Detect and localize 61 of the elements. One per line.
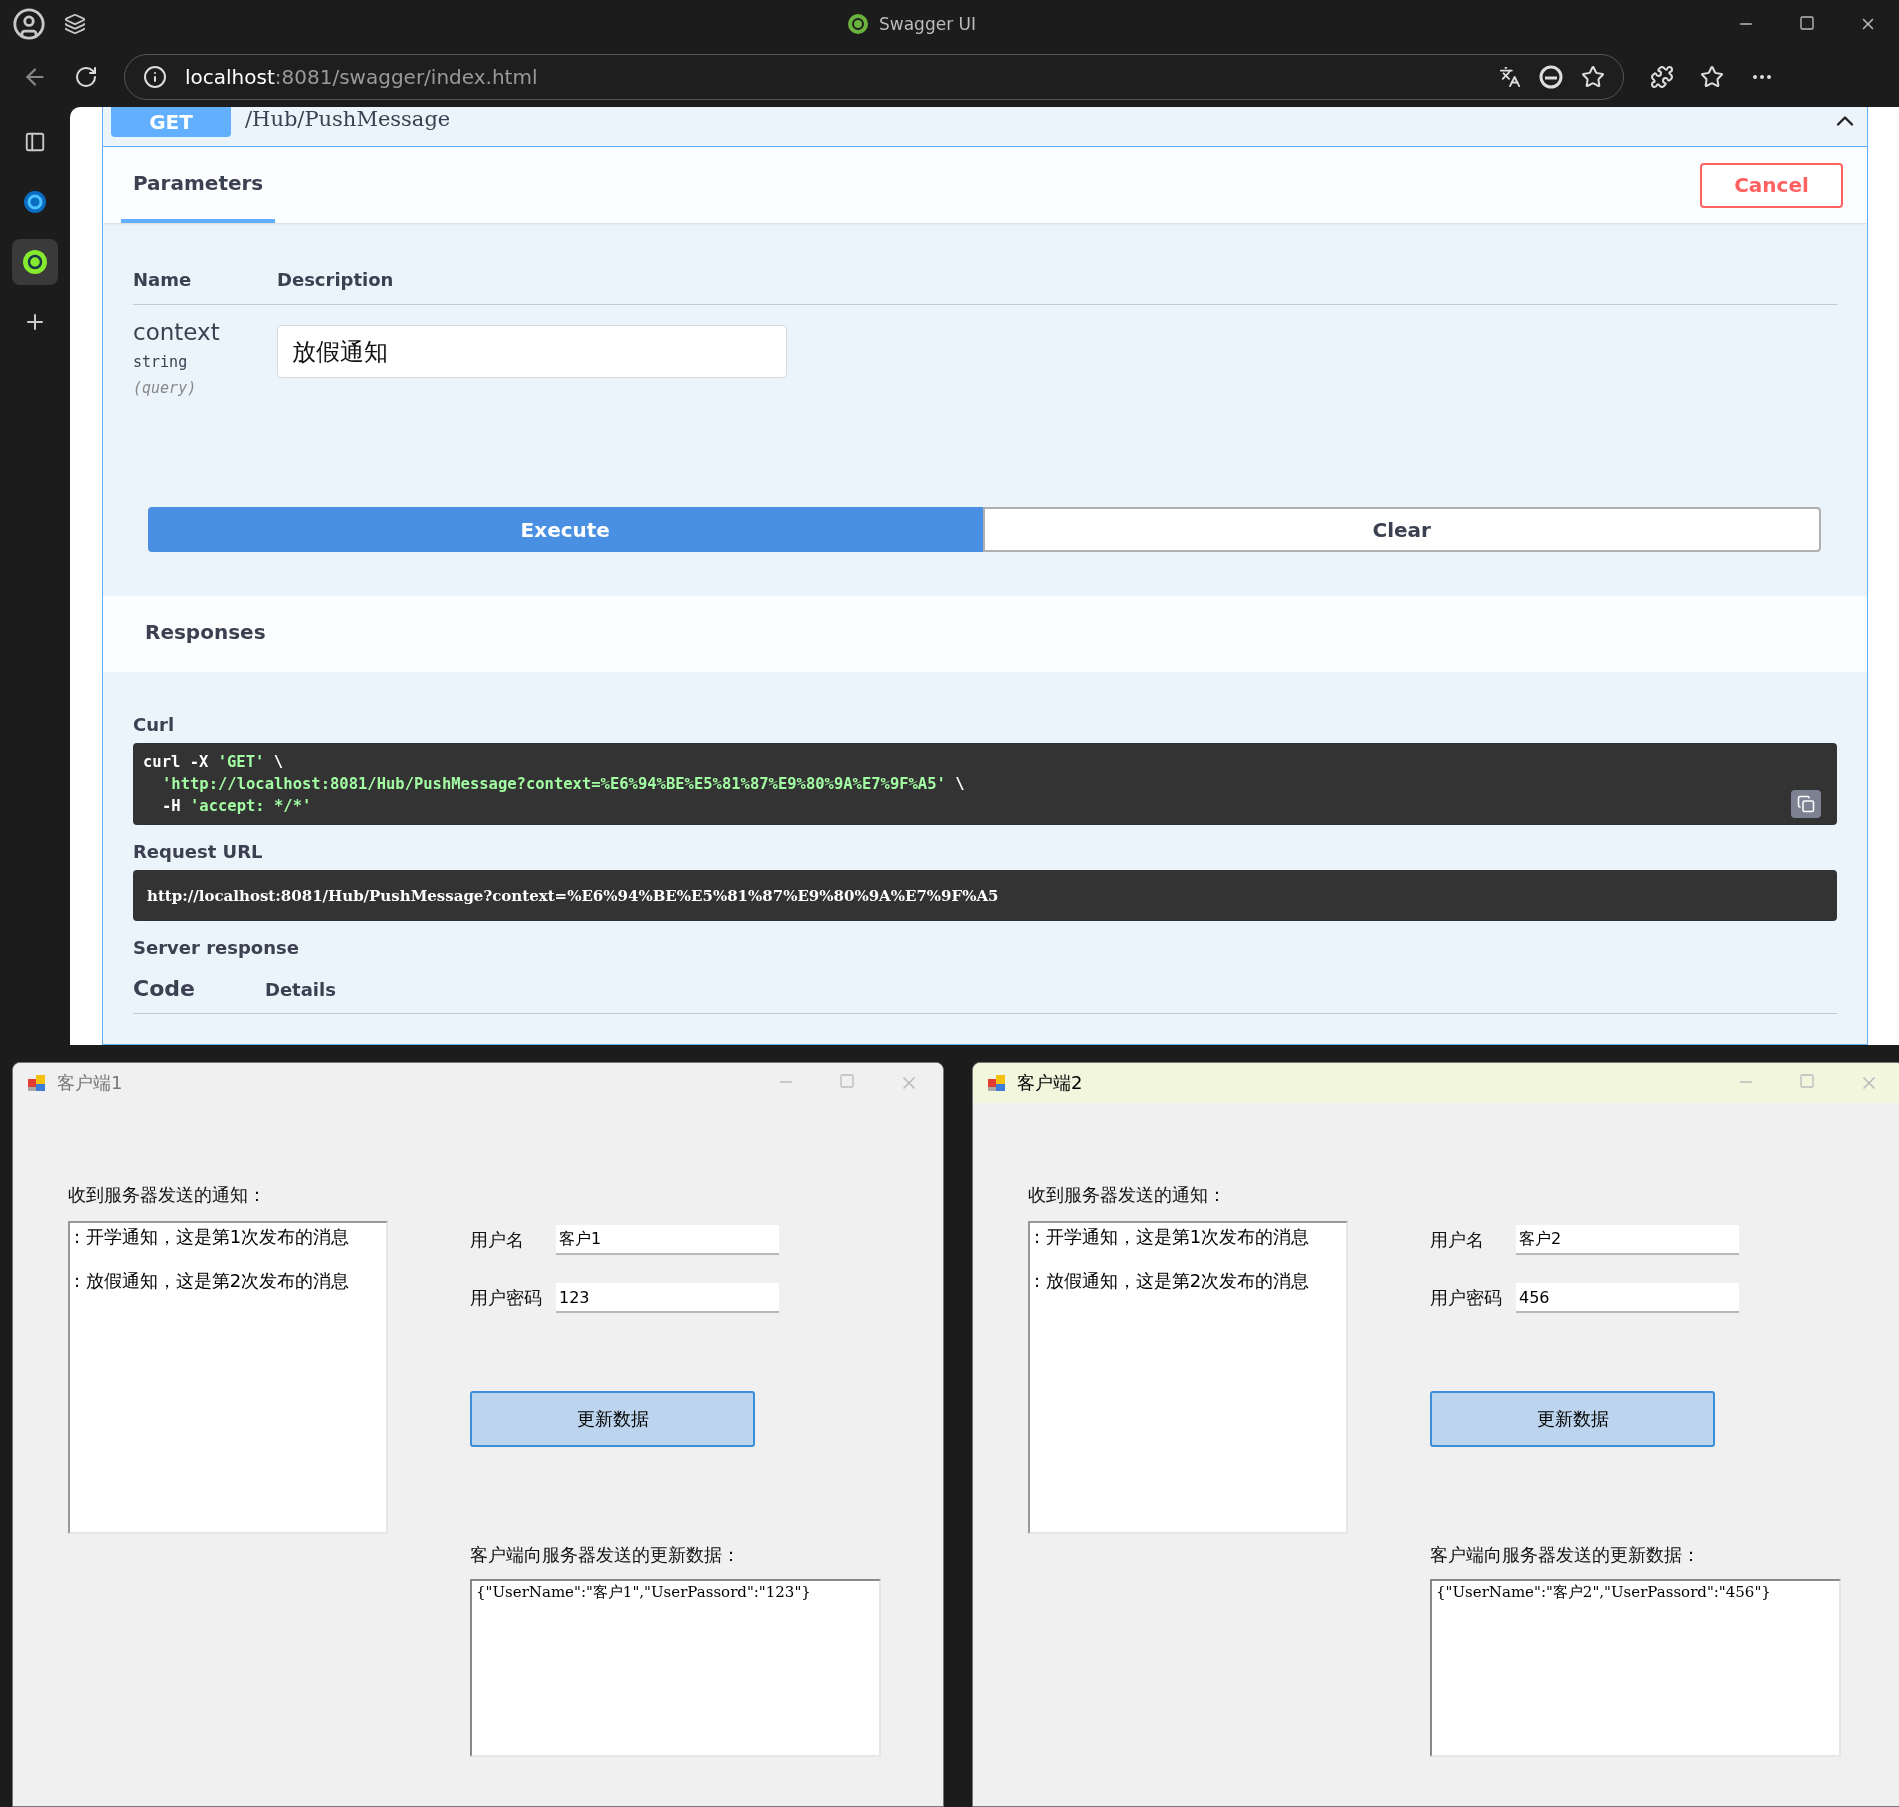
curl-label: Curl bbox=[133, 714, 176, 735]
operation-path: /Hub/PushMessage bbox=[245, 107, 452, 131]
parameter-location: (query) bbox=[133, 379, 198, 397]
read-aloud-icon[interactable] bbox=[1499, 66, 1521, 88]
code-line: -H 'accept: */*' bbox=[161, 796, 312, 817]
code-line: 'http://localhost:8081/Hub/PushMessage?context=%E6%94%BE%E5%81%87%E9%80%9A%E7%9F%A5' \ bbox=[161, 774, 965, 795]
profile-icon[interactable] bbox=[12, 6, 46, 41]
parameter-input[interactable]: 放假通知 bbox=[277, 325, 787, 378]
window-title: 客户端1 bbox=[57, 1071, 124, 1095]
password-label: 用户密码 bbox=[470, 1286, 543, 1310]
info-icon[interactable] bbox=[143, 65, 167, 89]
favorite-star-icon[interactable] bbox=[1581, 65, 1605, 89]
update-button[interactable]: 更新数据 bbox=[1430, 1391, 1715, 1447]
parameters-tab[interactable]: Parameters bbox=[121, 147, 276, 223]
notice-list[interactable]: : 开学通知，这是第1次发布的消息 : 放假通知，这是第2次发布的消息 bbox=[68, 1221, 388, 1534]
window-title: 客户端2 bbox=[1017, 1071, 1084, 1095]
column-header: Code bbox=[133, 976, 195, 1001]
notice-item[interactable]: : 开学通知，这是第1次发布的消息 bbox=[1034, 1225, 1342, 1249]
sent-label: 客户端向服务器发送的更新数据： bbox=[1430, 1543, 1701, 1567]
swagger-logo-icon bbox=[847, 12, 869, 35]
sent-label: 客户端向服务器发送的更新数据： bbox=[470, 1543, 741, 1567]
notice-label: 收到服务器发送的通知： bbox=[68, 1183, 267, 1207]
column-header: Name bbox=[133, 269, 193, 290]
parameter-name: context bbox=[133, 319, 221, 345]
username-field[interactable]: 客户1 bbox=[556, 1225, 779, 1255]
favorites-icon[interactable] bbox=[1700, 65, 1724, 89]
request-url: http://localhost:8081/Hub/PushMessage?context=%E6%94%BE%E5%81%87%E9%80%9A%E7%9F%A5 bbox=[133, 870, 1837, 921]
tabs-icon[interactable] bbox=[64, 12, 86, 35]
parameter-type: string bbox=[133, 353, 189, 371]
responses-heading: Responses bbox=[144, 620, 267, 646]
app-icon bbox=[27, 1073, 47, 1093]
notice-list[interactable]: : 开学通知，这是第1次发布的消息 : 放假通知，这是第2次发布的消息 bbox=[1028, 1221, 1348, 1534]
password-field[interactable]: 456 bbox=[1516, 1283, 1739, 1313]
update-button[interactable]: 更新数据 bbox=[470, 1391, 755, 1447]
notice-item[interactable]: : 放假通知，这是第2次发布的消息 bbox=[74, 1269, 382, 1293]
column-header: Details bbox=[264, 979, 336, 1000]
username-label: 用户名 bbox=[470, 1228, 525, 1252]
clear-button[interactable]: Clear bbox=[982, 507, 1821, 552]
password-label: 用户密码 bbox=[1430, 1286, 1503, 1310]
window-title: Swagger UI bbox=[879, 13, 976, 34]
swagger-tab-icon[interactable] bbox=[22, 249, 48, 275]
column-header: Description bbox=[277, 269, 395, 290]
server-response-label: Server response bbox=[133, 937, 300, 958]
method-badge: GET bbox=[111, 107, 231, 137]
code-line: curl -X 'GET' \ bbox=[143, 752, 283, 773]
app-icon bbox=[987, 1073, 1007, 1093]
address-field[interactable]: localhost:8081/swagger/index.html bbox=[124, 54, 1624, 100]
sidebar-icon[interactable] bbox=[24, 131, 46, 153]
sent-data-box[interactable]: {"UserName":"客户2","UserPassord":"456"} bbox=[1430, 1579, 1841, 1757]
sent-data-box[interactable]: {"UserName":"客户1","UserPassord":"123"} bbox=[470, 1579, 881, 1757]
username-label: 用户名 bbox=[1430, 1228, 1485, 1252]
reload-icon[interactable] bbox=[74, 65, 98, 89]
notice-item[interactable]: : 放假通知，这是第2次发布的消息 bbox=[1034, 1269, 1342, 1293]
notice-item[interactable]: : 开学通知，这是第1次发布的消息 bbox=[74, 1225, 382, 1249]
copy-button[interactable] bbox=[1791, 790, 1821, 818]
extensions-icon[interactable] bbox=[1650, 65, 1674, 89]
maximize-icon[interactable] bbox=[1799, 14, 1815, 31]
notice-label: 收到服务器发送的通知： bbox=[1028, 1183, 1227, 1207]
username-field[interactable]: 客户2 bbox=[1516, 1225, 1739, 1255]
request-url-label: Request URL bbox=[133, 841, 264, 862]
password-field[interactable]: 123 bbox=[556, 1283, 779, 1313]
